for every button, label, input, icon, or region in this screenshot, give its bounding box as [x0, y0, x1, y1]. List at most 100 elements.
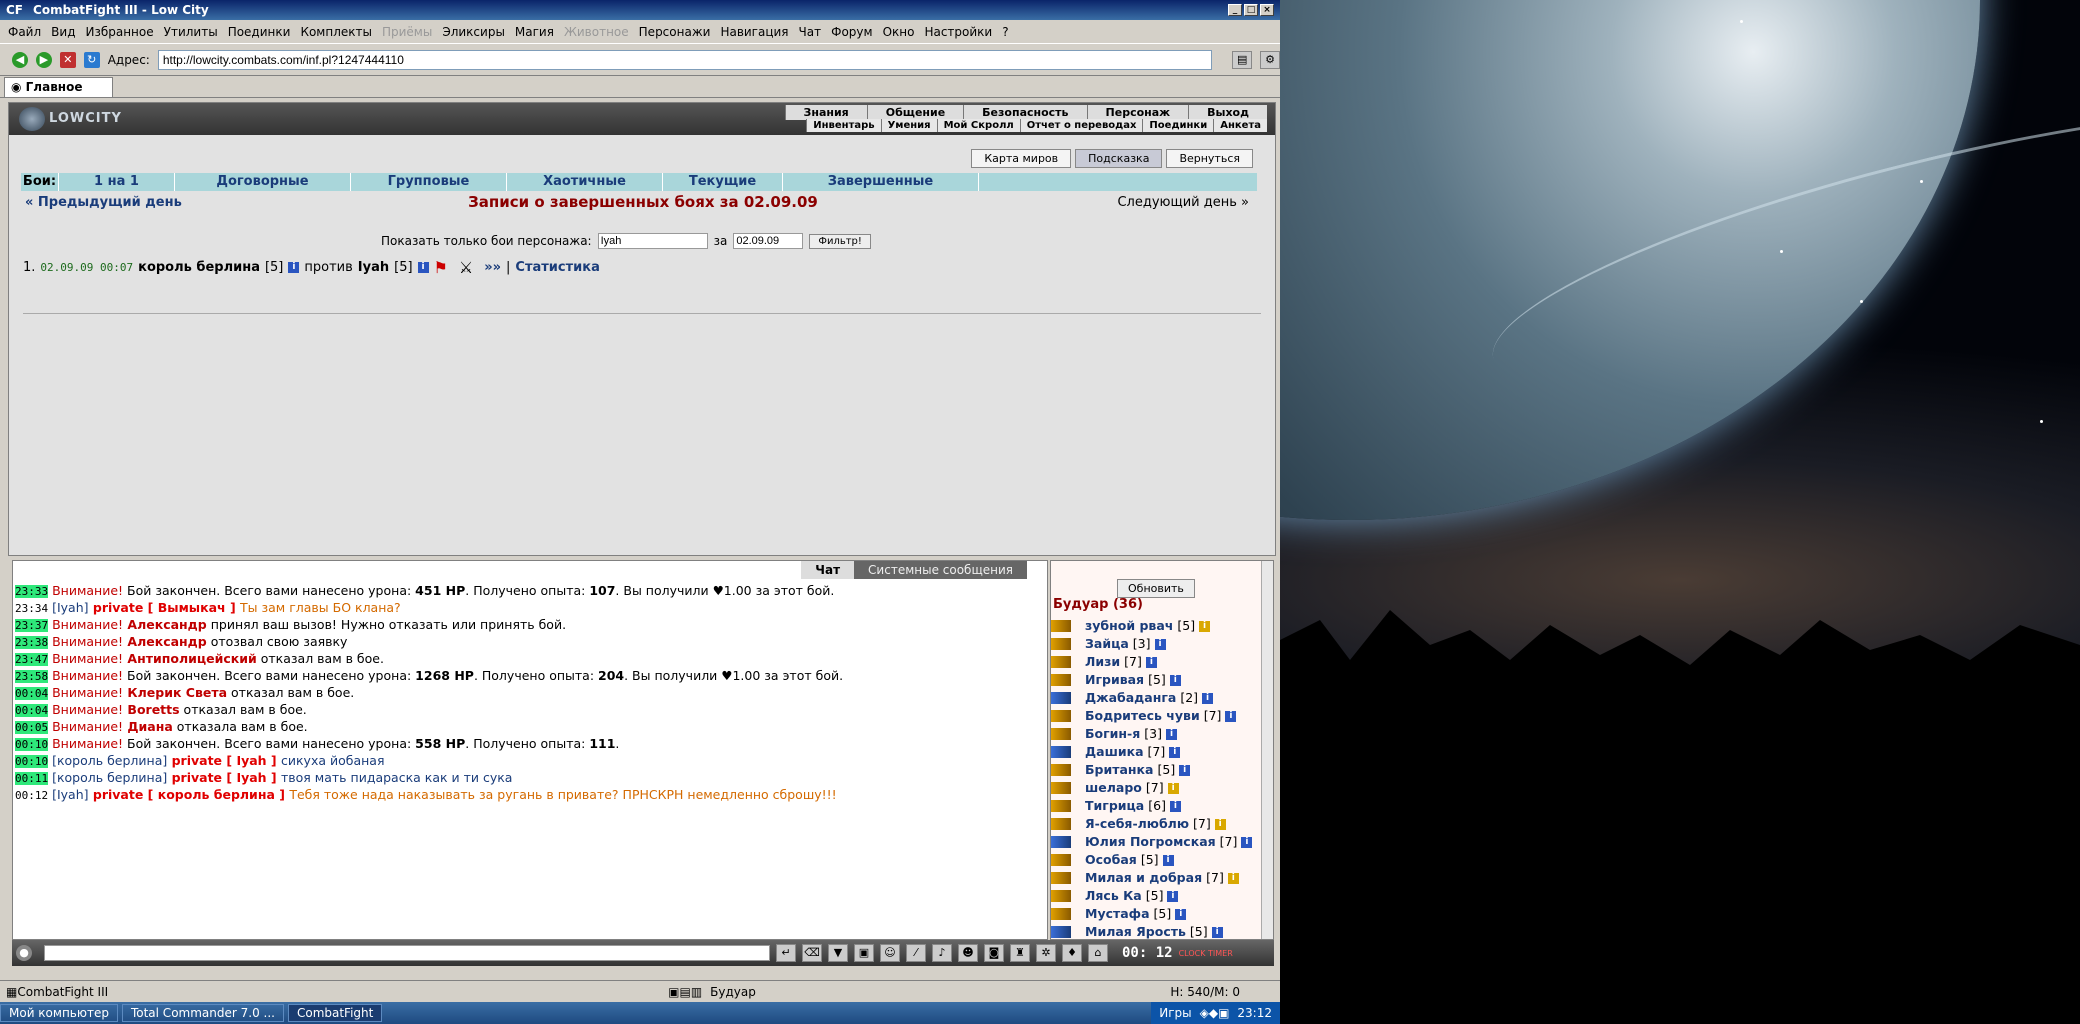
- smiley-menu-icon[interactable]: ●: [16, 945, 32, 961]
- taskbar-task[interactable]: Total Commander 7.0 ...: [121, 1004, 284, 1022]
- user-name[interactable]: Британка: [1085, 761, 1153, 779]
- info-icon[interactable]: i: [1154, 638, 1166, 650]
- info-icon[interactable]: i: [1169, 674, 1181, 686]
- user-name[interactable]: Лизи: [1085, 653, 1120, 671]
- user-action-icon[interactable]: [1051, 782, 1071, 794]
- slash-icon[interactable]: ⁄: [906, 944, 926, 962]
- menu-item[interactable]: ?: [1002, 25, 1008, 39]
- chat-player[interactable]: Александр: [123, 634, 206, 649]
- user-action-icon[interactable]: [1051, 674, 1071, 686]
- chat-private-target[interactable]: private [ Iyah ]: [167, 770, 281, 785]
- game-nav-item[interactable]: Безопасность: [963, 105, 1087, 120]
- user-row[interactable]: Лизи [7] i: [1051, 653, 1252, 671]
- user-name[interactable]: Милая и добрая: [1085, 869, 1202, 887]
- chat-sender[interactable]: [Iyah]: [48, 787, 88, 802]
- user-action-icon[interactable]: [1051, 890, 1071, 902]
- minimize-button[interactable]: _: [1228, 4, 1242, 16]
- lock-icon[interactable]: ⌂: [1088, 944, 1108, 962]
- fight-log-link[interactable]: »»: [484, 260, 501, 275]
- info-icon[interactable]: i: [1167, 890, 1179, 902]
- user-row[interactable]: Я-себя-люблю [7] i: [1051, 815, 1252, 833]
- user-action-icon[interactable]: [1051, 818, 1071, 830]
- user-action-icon[interactable]: [1051, 656, 1071, 668]
- filter-button[interactable]: Фильтр!: [809, 233, 871, 249]
- fight-tab[interactable]: 1 на 1: [59, 173, 175, 191]
- user-action-icon[interactable]: [1051, 872, 1071, 884]
- user-name[interactable]: Я-себя-люблю: [1085, 815, 1189, 833]
- info-icon[interactable]: i: [1211, 926, 1223, 938]
- menu-item[interactable]: Настройки: [924, 25, 992, 39]
- refresh-button[interactable]: Обновить: [1117, 579, 1195, 598]
- user-row[interactable]: Тигрица [6] i: [1051, 797, 1252, 815]
- info-icon[interactable]: i: [1214, 818, 1226, 830]
- user-row[interactable]: шеларо [7] i: [1051, 779, 1252, 797]
- user-action-icon[interactable]: [1051, 836, 1071, 848]
- refresh-icon[interactable]: ↻: [83, 51, 100, 68]
- info-icon[interactable]: i: [288, 262, 300, 273]
- menu-item[interactable]: Файл: [8, 25, 41, 39]
- send-icon[interactable]: ↵: [776, 944, 796, 962]
- settings-icon[interactable]: ⚙: [1260, 50, 1281, 69]
- tab-system-messages[interactable]: Системные сообщения: [854, 561, 1027, 579]
- user-row[interactable]: Мустафа [5] i: [1051, 905, 1252, 923]
- gear-icon[interactable]: ✲: [1036, 944, 1056, 962]
- info-icon[interactable]: i: [1199, 620, 1211, 632]
- fighter-2-name[interactable]: Iyah: [358, 260, 389, 275]
- filter-name-input[interactable]: [597, 233, 708, 249]
- user-action-icon[interactable]: [1051, 926, 1071, 938]
- info-icon[interactable]: i: [1165, 728, 1177, 740]
- user-action-icon[interactable]: [1051, 692, 1071, 704]
- user-name[interactable]: Юлия Погромская: [1085, 833, 1216, 851]
- stop-icon[interactable]: ✕: [59, 51, 76, 68]
- user-name[interactable]: Тигрица: [1085, 797, 1144, 815]
- user-row[interactable]: Игривая [5] i: [1051, 671, 1252, 689]
- info-icon[interactable]: i: [1169, 800, 1181, 812]
- address-input[interactable]: http://lowcity.combats.com/inf.pl?124744…: [157, 49, 1213, 70]
- user-name[interactable]: Игривая: [1085, 671, 1144, 689]
- info-icon[interactable]: i: [417, 262, 429, 273]
- top-button[interactable]: Карта миров: [971, 149, 1072, 168]
- menu-item[interactable]: Форум: [831, 25, 872, 39]
- user-row[interactable]: Милая Ярость [5] i: [1051, 923, 1252, 941]
- user-action-icon[interactable]: [1051, 728, 1071, 740]
- info-icon[interactable]: i: [1179, 764, 1191, 776]
- user-row[interactable]: Особая [5] i: [1051, 851, 1252, 869]
- menu-item[interactable]: Навигация: [720, 25, 788, 39]
- chat-input[interactable]: [44, 945, 770, 961]
- chat-private-target[interactable]: private [ Вымыкач ]: [89, 600, 240, 615]
- info-icon[interactable]: i: [1145, 656, 1157, 668]
- menu-item[interactable]: Окно: [883, 25, 915, 39]
- next-day-link[interactable]: Следующий день »: [1117, 195, 1249, 210]
- user-action-icon[interactable]: [1051, 638, 1071, 650]
- music-icon[interactable]: ♪: [932, 944, 952, 962]
- chat-sender[interactable]: [король берлина]: [48, 753, 167, 768]
- camera-icon[interactable]: ◙: [984, 944, 1004, 962]
- menu-item[interactable]: Комплекты: [300, 25, 372, 39]
- person-icon[interactable]: ☺: [880, 944, 900, 962]
- chat-player[interactable]: Клерик Света: [123, 685, 227, 700]
- menu-item[interactable]: Избранное: [85, 25, 153, 39]
- info-icon[interactable]: i: [1162, 854, 1174, 866]
- user-row[interactable]: Зайца [3] i: [1051, 635, 1252, 653]
- user-action-icon[interactable]: [1051, 764, 1071, 776]
- filter-date-input[interactable]: [733, 233, 804, 249]
- user-name[interactable]: зубной рвач: [1085, 617, 1173, 635]
- bottle-icon[interactable]: ♜: [1010, 944, 1030, 962]
- user-name[interactable]: Зайца: [1085, 635, 1129, 653]
- maximize-button[interactable]: □: [1244, 4, 1258, 16]
- chat-player[interactable]: Диана: [123, 719, 172, 734]
- user-row[interactable]: Богин-я [3] i: [1051, 725, 1252, 743]
- menu-item[interactable]: Эликсиры: [442, 25, 505, 39]
- user-action-icon[interactable]: [1051, 710, 1071, 722]
- taskbar-task[interactable]: CombatFight: [287, 1004, 383, 1022]
- menu-item[interactable]: Приёмы: [382, 25, 432, 39]
- user-action-icon[interactable]: [1051, 746, 1071, 758]
- game-nav-subitem[interactable]: Анкета: [1213, 119, 1267, 132]
- user-name[interactable]: шеларо: [1085, 779, 1142, 797]
- save-icon[interactable]: ▣: [854, 944, 874, 962]
- chat-sender[interactable]: [король берлина]: [48, 770, 167, 785]
- user-row[interactable]: Джабаданга [2] i: [1051, 689, 1252, 707]
- fighter-1-name[interactable]: король берлина: [138, 260, 260, 275]
- user-row[interactable]: Юлия Погромская [7] i: [1051, 833, 1253, 851]
- user-row[interactable]: Британка [5] i: [1051, 761, 1252, 779]
